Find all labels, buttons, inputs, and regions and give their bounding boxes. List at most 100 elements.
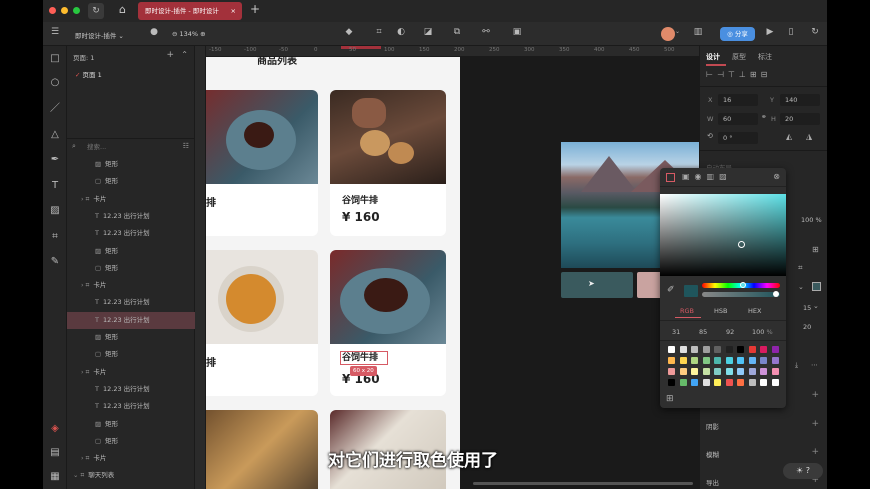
style-grid-icon[interactable]: ⊞	[812, 245, 819, 254]
ellipse-icon[interactable]: ○	[48, 76, 62, 90]
play-icon[interactable]: ▶	[763, 27, 777, 37]
layer-row[interactable]: ▨ 矩形	[67, 243, 195, 260]
eyedropper-icon[interactable]: ✐	[667, 285, 675, 295]
avatar-dropdown-icon[interactable]: ⌄	[675, 28, 680, 35]
component-icon[interactable]: ◆	[342, 27, 356, 37]
alignment-tools[interactable]: ⊢⊣⊤⊥⊞⊟	[706, 70, 771, 79]
preset-color-swatch[interactable]	[725, 357, 733, 364]
layer-row[interactable]: T 12.23 出行计划	[67, 311, 195, 329]
flip-horizontal-icon[interactable]: ◭	[786, 132, 792, 141]
card-title-selected[interactable]: 谷饲牛排	[342, 352, 378, 364]
home-icon[interactable]: ⌂	[119, 3, 126, 16]
canvas[interactable]: 商品列表 排 谷饲牛排 ¥ 160 排 谷饲牛排 60 x 20 ¥ 160 ➤	[206, 57, 699, 489]
layer-row[interactable]: › ⌗ 卡片	[67, 364, 195, 381]
preset-color-swatch[interactable]	[737, 379, 744, 386]
preset-color-swatch[interactable]	[714, 368, 721, 375]
layer-row[interactable]: T 12.23 出行计划	[67, 398, 195, 415]
selection-box[interactable]: 谷饲牛排	[340, 351, 388, 365]
download-icon[interactable]: ⤓	[795, 361, 798, 370]
product-card[interactable]	[206, 410, 318, 489]
size-input-2[interactable]: 20	[798, 321, 822, 333]
alpha-handle[interactable]	[773, 291, 779, 297]
preset-color-swatch[interactable]	[725, 368, 733, 375]
preset-color-swatch[interactable]	[771, 357, 779, 364]
tab-close-icon[interactable]: ×	[231, 2, 236, 20]
layer-row[interactable]: T 12.23 出行计划	[67, 208, 195, 225]
preset-color-swatch[interactable]	[748, 357, 756, 364]
expand-chevron-icon[interactable]: ›	[81, 281, 86, 289]
expand-chevron-icon[interactable]: ⌄	[73, 471, 81, 479]
preset-color-swatch[interactable]	[725, 346, 733, 353]
alpha-slider[interactable]	[702, 291, 780, 297]
add-shadow-button[interactable]: +	[811, 419, 819, 429]
preset-color-swatch[interactable]	[760, 368, 767, 375]
solid-fill-icon[interactable]	[666, 173, 675, 182]
horizontal-scrollbar[interactable]	[473, 482, 693, 485]
avatar[interactable]	[661, 27, 675, 41]
mode-hsb[interactable]: HSB	[714, 307, 727, 315]
expand-chevron-icon[interactable]: ›	[81, 454, 86, 462]
preset-color-swatch[interactable]	[737, 346, 744, 353]
share-button[interactable]: ◎ 分享	[720, 27, 755, 41]
layer-row[interactable]: ▢ 矩形	[67, 260, 195, 277]
slice-icon[interactable]: ⌗	[48, 230, 62, 244]
layer-row[interactable]: ⌄ ⌗ 聊天列表	[67, 467, 195, 484]
tab-active-document[interactable]: 即时设计-插件 - 即时设计 ×	[138, 2, 242, 20]
theme-icon[interactable]: ☀	[796, 466, 803, 475]
zoom-control[interactable]: ⊖ 134% ⊕	[172, 30, 206, 38]
alpha-input[interactable]: 100 %	[752, 328, 773, 336]
help-toggle[interactable]: ☀ ?	[783, 463, 823, 479]
green-input[interactable]: 85	[699, 328, 707, 336]
layer-row[interactable]: ▢ 矩形	[67, 173, 195, 190]
assets-icon[interactable]: ▤	[48, 446, 62, 460]
gift-icon[interactable]: ▥	[691, 27, 705, 37]
search-input[interactable]	[87, 141, 177, 153]
zoom-window-button[interactable]	[73, 7, 80, 14]
preset-color-swatch[interactable]	[702, 368, 710, 375]
layer-row[interactable]: ▢ 矩形	[67, 433, 195, 450]
preset-color-swatch[interactable]	[748, 379, 756, 386]
frame-tool-icon[interactable]: ⌗	[372, 27, 386, 37]
preset-color-swatch[interactable]	[702, 357, 710, 364]
fill-color-swatch[interactable]	[812, 282, 821, 291]
hue-slider[interactable]	[702, 282, 780, 288]
product-card[interactable]: 排	[206, 250, 318, 396]
preset-color-swatch[interactable]	[668, 368, 675, 375]
preset-color-swatch[interactable]	[714, 379, 721, 386]
chevron-down-icon[interactable]: ⌄	[798, 283, 804, 291]
device-icon[interactable]: ▯	[784, 27, 798, 37]
refresh-icon[interactable]: ↻	[88, 3, 104, 19]
expand-chevron-icon[interactable]: ›	[81, 368, 86, 376]
group-icon[interactable]: ⧉	[450, 27, 464, 37]
library-icon[interactable]: ▦	[48, 470, 62, 484]
pen-icon[interactable]: ✒	[48, 153, 62, 167]
product-card[interactable]: 谷饲牛排 60 x 20 ¥ 160	[330, 250, 446, 396]
preset-color-swatch[interactable]	[679, 368, 687, 375]
y-input[interactable]: 140	[780, 94, 820, 106]
chevron-down-icon[interactable]: ⌄	[813, 302, 819, 310]
filter-icon[interactable]: ☷	[183, 142, 189, 150]
preset-color-swatch[interactable]	[714, 346, 721, 353]
preset-color-swatch[interactable]	[725, 379, 733, 386]
image-icon[interactable]: ▨	[48, 204, 62, 218]
preset-color-swatch[interactable]	[702, 346, 710, 353]
sync-icon[interactable]: ↻	[808, 27, 822, 37]
preset-color-swatch[interactable]	[691, 346, 698, 353]
mask-icon[interactable]: ◪	[421, 27, 435, 37]
product-card[interactable]: 排	[206, 90, 318, 236]
product-card[interactable]: 谷饲牛排 ¥ 160	[330, 90, 446, 236]
preset-color-swatch[interactable]	[691, 357, 698, 364]
new-tab-button[interactable]: +	[250, 2, 260, 16]
help-icon[interactable]: ?	[806, 466, 810, 475]
layer-row[interactable]: ▨ 矩形	[67, 416, 195, 433]
sv-handle[interactable]	[738, 241, 745, 248]
constrain-ratio-icon[interactable]: ⚭	[761, 113, 767, 121]
h-input[interactable]: 20	[780, 113, 820, 125]
collapse-pages-icon[interactable]: ⌃	[181, 50, 188, 59]
flip-vertical-icon[interactable]: ◮	[806, 132, 812, 141]
style-library-icon[interactable]: ⊗	[773, 172, 780, 181]
preset-color-swatch[interactable]	[691, 379, 698, 386]
layer-row[interactable]: T 12.23 出行计划	[67, 225, 195, 242]
layer-row[interactable]: › ⌗ 卡片	[67, 450, 195, 467]
crop-icon[interactable]: ▣	[510, 27, 524, 37]
